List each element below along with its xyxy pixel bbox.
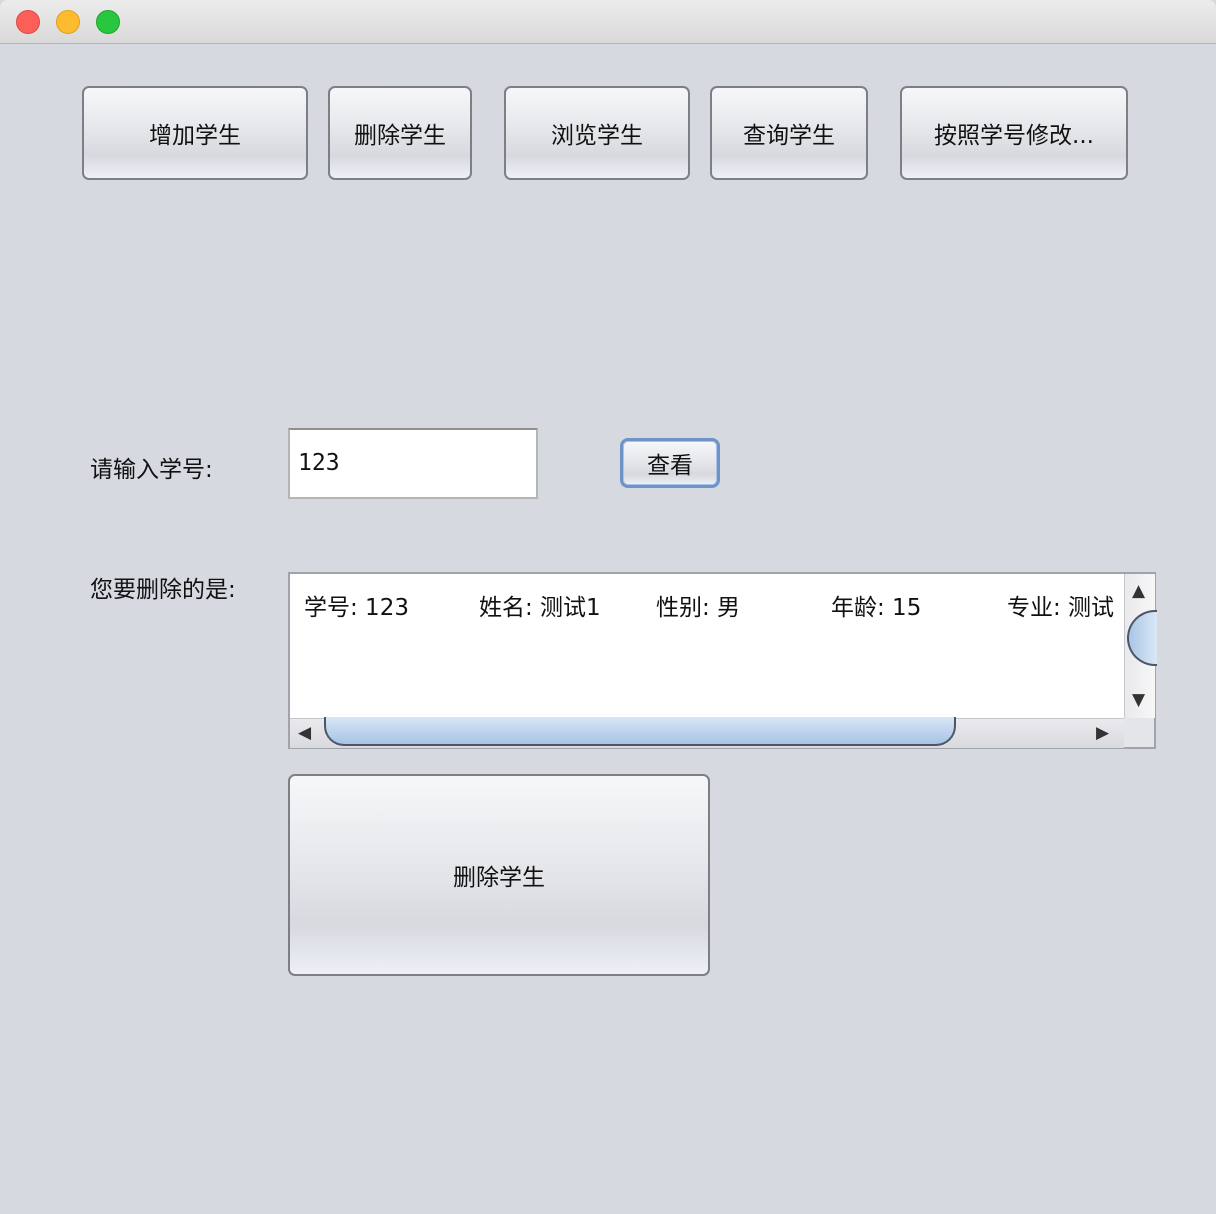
result-name: 姓名: 测试1 — [479, 595, 601, 621]
browse-students-button[interactable]: 浏览学生 — [504, 86, 690, 180]
delete-target-label: 您要删除的是: — [90, 577, 236, 603]
result-text-viewport[interactable]: 学号: 123 姓名: 测试1 性别: 男 年龄: 15 专业: 测试 — [290, 574, 1124, 718]
result-row: 学号: 123 姓名: 测试1 性别: 男 年龄: 15 专业: 测试 — [304, 588, 1124, 621]
horizontal-scroll-thumb[interactable] — [324, 717, 956, 746]
result-major: 专业: 测试 — [1007, 595, 1115, 621]
add-student-button[interactable]: 增加学生 — [82, 86, 308, 180]
modify-by-id-button[interactable]: 按照学号修改... — [900, 86, 1128, 180]
vertical-scrollbar[interactable]: ▲ ▼ — [1124, 574, 1157, 718]
scroll-up-arrow-icon[interactable]: ▲ — [1132, 581, 1145, 601]
scroll-right-arrow-icon[interactable]: ▶ — [1096, 723, 1109, 743]
result-id: 学号: 123 — [304, 595, 409, 621]
result-text-area[interactable]: 学号: 123 姓名: 测试1 性别: 男 年龄: 15 专业: 测试 ▲ ▼ … — [288, 572, 1157, 749]
scroll-down-arrow-icon[interactable]: ▼ — [1132, 690, 1145, 710]
query-student-button[interactable]: 查询学生 — [710, 86, 868, 180]
horizontal-scrollbar[interactable]: ◀ ▶ — [290, 717, 1124, 748]
result-age: 年龄: 15 — [831, 595, 922, 621]
maximize-window-icon[interactable] — [96, 10, 120, 34]
scrollbar-corner — [1124, 718, 1154, 747]
minimize-window-icon[interactable] — [56, 10, 80, 34]
result-gender: 性别: 男 — [656, 595, 741, 621]
title-bar — [0, 0, 1216, 44]
student-id-input[interactable]: 123 — [288, 428, 538, 499]
delete-student-button[interactable]: 删除学生 — [288, 774, 710, 976]
scroll-left-arrow-icon[interactable]: ◀ — [298, 723, 311, 743]
close-window-icon[interactable] — [16, 10, 40, 34]
view-button[interactable]: 查看 — [620, 438, 720, 488]
delete-student-tab-button[interactable]: 删除学生 — [328, 86, 472, 180]
vertical-scroll-thumb[interactable] — [1127, 610, 1157, 666]
student-id-label: 请输入学号: — [90, 457, 213, 483]
